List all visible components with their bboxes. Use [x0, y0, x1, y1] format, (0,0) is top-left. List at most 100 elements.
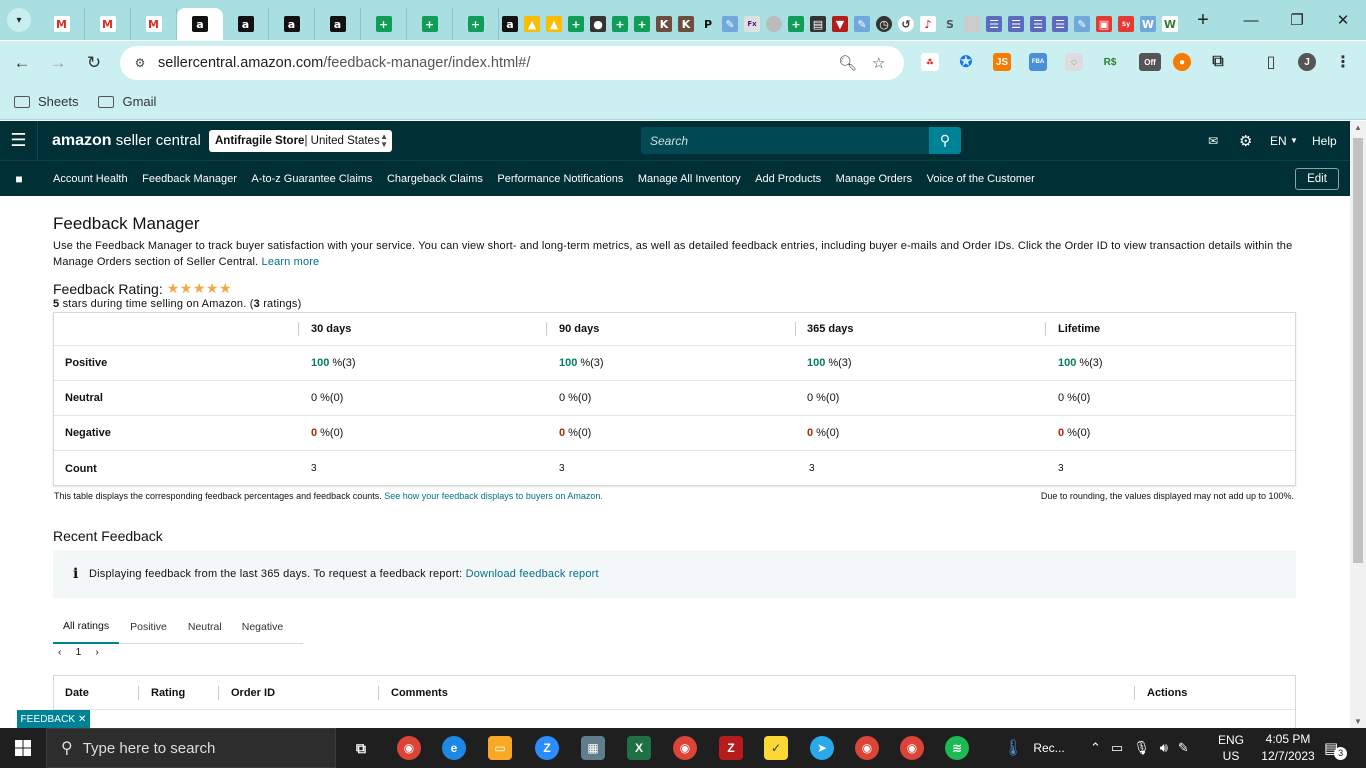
tab-pinned-18[interactable]: ◷ — [873, 8, 895, 40]
bookmark-star-icon[interactable]: ☆ — [872, 54, 885, 72]
nav-performance-notifications[interactable]: Performance Notifications — [497, 173, 623, 185]
nav-account-health[interactable]: Account Health — [53, 173, 128, 185]
spotify-icon[interactable]: ≋ — [945, 736, 969, 760]
column-order-id[interactable]: Order ID — [231, 687, 275, 699]
telegram-icon[interactable]: ➤ — [810, 736, 834, 760]
bookmark-icon[interactable]: ■ — [0, 172, 38, 186]
site-info-icon[interactable]: ⚙ — [130, 53, 150, 73]
chrome-icon[interactable]: ◉ — [397, 736, 421, 760]
restore-button[interactable]: ❐ — [1274, 0, 1320, 40]
rs-extension-icon[interactable]: R$ — [1101, 53, 1119, 71]
nav-manage-all-inventory[interactable]: Manage All Inventory — [638, 173, 741, 185]
extension-2-icon[interactable]: ✪ — [957, 53, 975, 71]
tab-pinned-6[interactable]: + — [609, 8, 631, 40]
tab-pinned-2[interactable]: ▲ — [521, 8, 543, 40]
browser-menu-icon[interactable]: ⋮ — [1334, 53, 1352, 71]
profile-avatar[interactable]: J — [1298, 53, 1316, 71]
nav-feedback-manager[interactable]: Feedback Manager — [142, 173, 237, 185]
chrome-profile-2-icon[interactable]: ◉ — [855, 736, 879, 760]
windows-start-icon[interactable] — [0, 728, 46, 768]
tab-all-ratings[interactable]: All ratings — [53, 610, 120, 644]
extension-5-icon[interactable]: ◌ — [1065, 53, 1083, 71]
nav-manage-orders[interactable]: Manage Orders — [836, 173, 912, 185]
current-page[interactable]: 1 — [76, 646, 82, 658]
task-view-icon[interactable]: ⧉ — [349, 736, 373, 760]
download-report-link[interactable]: Download feedback report — [466, 568, 599, 580]
back-icon[interactable]: ← — [4, 45, 40, 81]
recorder-task[interactable]: 🌡︎ Rec... — [1003, 728, 1065, 768]
volume-icon[interactable]: 🔊︎ — [1160, 740, 1168, 756]
amazon-seller-central-logo[interactable]: amazon seller central — [52, 132, 201, 150]
learn-more-link[interactable]: Learn more — [262, 256, 320, 268]
tab-pinned-25[interactable]: ☰ — [1027, 8, 1049, 40]
tab-gmail-1[interactable]: M — [39, 8, 85, 40]
page-scrollbar[interactable]: ▲ ▼ — [1350, 121, 1366, 728]
tab-negative[interactable]: Negative — [232, 610, 293, 644]
tab-pinned-31[interactable]: W — [1159, 8, 1181, 40]
tab-positive[interactable]: Positive — [119, 610, 178, 644]
side-panel-icon[interactable]: ▯ — [1262, 53, 1280, 71]
edge-icon[interactable]: e — [442, 736, 466, 760]
notifications-icon[interactable]: ▤ 3 — [1324, 728, 1348, 768]
tab-pinned-19[interactable]: ↺ — [895, 8, 917, 40]
calculator-icon[interactable]: ▦ — [581, 736, 605, 760]
tab-amazon-3[interactable]: a — [269, 8, 315, 40]
filezilla-icon[interactable]: Z — [719, 736, 743, 760]
tab-pinned-20[interactable]: ♪ — [917, 8, 939, 40]
bookmark-gmail[interactable]: Gmail — [98, 94, 156, 109]
tab-pinned-17[interactable]: ✎ — [851, 8, 873, 40]
scroll-up-icon[interactable]: ▲ — [1354, 123, 1362, 132]
tab-amazon-active[interactable]: a — [177, 8, 223, 40]
tab-pinned-24[interactable]: ☰ — [1005, 8, 1027, 40]
tab-pinned-5[interactable]: ● — [587, 8, 609, 40]
tab-pinned-10[interactable]: P — [697, 8, 719, 40]
nav-a-to-z-claims[interactable]: A-to-z Guarantee Claims — [251, 173, 372, 185]
language-selector[interactable]: EN ▼ — [1270, 121, 1298, 160]
nav-chargeback-claims[interactable]: Chargeback Claims — [387, 173, 483, 185]
tab-sheets-3[interactable]: + — [453, 8, 499, 40]
tab-pinned-13[interactable] — [763, 8, 785, 40]
js-extension-icon[interactable]: JS — [993, 53, 1011, 71]
edit-nav-button[interactable]: Edit — [1295, 168, 1339, 190]
search-button[interactable]: ⚲ — [929, 127, 961, 154]
tab-pinned-12[interactable]: Fx — [741, 8, 763, 40]
tray-chevron-icon[interactable]: ⌃ — [1090, 740, 1101, 756]
tab-pinned-4[interactable]: + — [565, 8, 587, 40]
extensions-puzzle-icon[interactable]: ⧉ — [1209, 53, 1227, 71]
address-bar[interactable]: ⚙ sellercentral.amazon.com/feedback-mana… — [120, 46, 904, 80]
file-explorer-icon[interactable]: ▭ — [488, 736, 512, 760]
forward-icon[interactable]: → — [40, 45, 76, 81]
tab-gmail-2[interactable]: M — [85, 8, 131, 40]
zoom-icon[interactable]: 🔍︎ — [838, 54, 857, 72]
store-selector[interactable]: Antifragile Store | United States ▲ ▼ — [209, 130, 392, 152]
tab-pinned-23[interactable]: ☰ — [983, 8, 1005, 40]
system-clock[interactable]: 4:05 PM 12/7/2023 — [1253, 731, 1323, 765]
chrome-profile-icon[interactable]: ◉ — [673, 736, 697, 760]
extension-1-icon[interactable]: ⁂ — [921, 53, 939, 71]
help-link[interactable]: Help — [1312, 121, 1337, 160]
tab-amazon-2[interactable]: a — [223, 8, 269, 40]
column-comments[interactable]: Comments — [391, 687, 448, 699]
feedback-badge[interactable]: FEEDBACK ✕ — [17, 710, 90, 728]
microphone-icon[interactable]: 🎙︎ — [1133, 740, 1150, 756]
zoom-app-icon[interactable]: Z — [535, 736, 559, 760]
sticky-notes-icon[interactable]: ✓ — [764, 736, 788, 760]
pen-icon[interactable]: ✎ — [1178, 740, 1189, 756]
tab-pinned-21[interactable]: S — [939, 8, 961, 40]
excel-icon[interactable]: X — [627, 736, 651, 760]
tab-neutral[interactable]: Neutral — [178, 610, 232, 644]
nav-voice-of-customer[interactable]: Voice of the Customer — [927, 173, 1035, 185]
tab-pinned-15[interactable]: ▤ — [807, 8, 829, 40]
tab-sheets-1[interactable]: + — [361, 8, 407, 40]
tab-pinned-3[interactable]: ▲ — [543, 8, 565, 40]
tab-pinned-8[interactable]: K — [653, 8, 675, 40]
off-extension-icon[interactable]: Off — [1139, 53, 1161, 71]
tab-pinned-22[interactable] — [961, 8, 983, 40]
search-input[interactable]: Search — [641, 127, 930, 154]
input-language[interactable]: ENG US — [1218, 728, 1244, 768]
hamburger-menu-icon[interactable]: ☰ — [0, 121, 38, 160]
tab-pinned-27[interactable]: ✎ — [1071, 8, 1093, 40]
tab-pinned-26[interactable]: ☰ — [1049, 8, 1071, 40]
close-window-button[interactable]: ✕ — [1320, 0, 1366, 40]
scrollbar-thumb[interactable] — [1353, 138, 1363, 563]
